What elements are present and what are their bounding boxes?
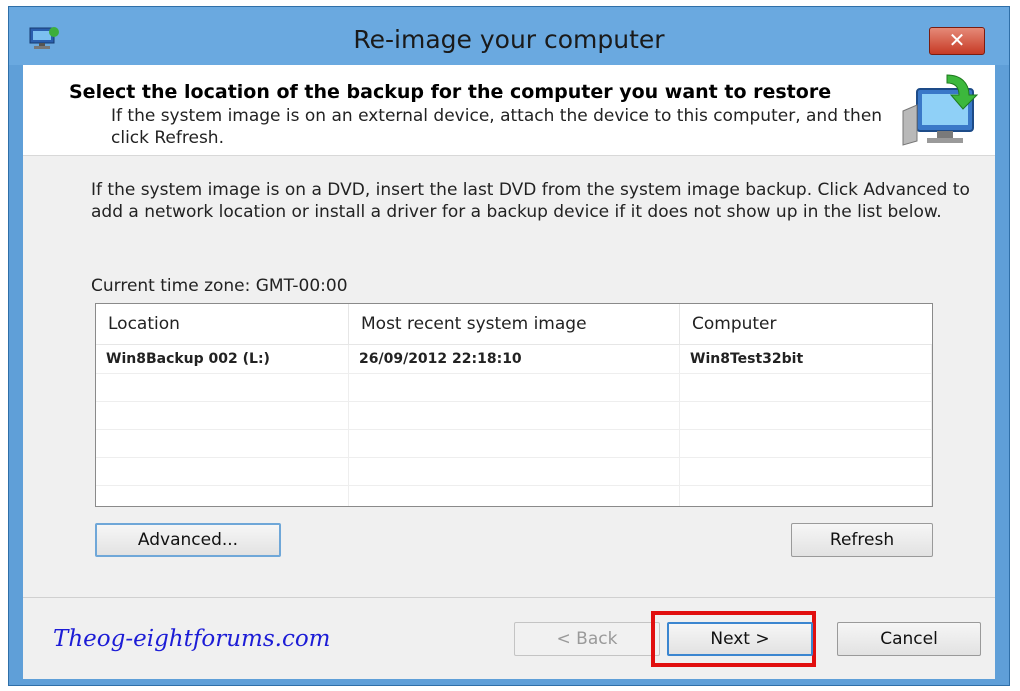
cell-image-date: [349, 429, 680, 457]
cell-location: [96, 485, 349, 506]
cell-location: Win8Backup 002 (L:): [96, 345, 349, 373]
time-zone-label: Current time zone: GMT-00:00: [91, 276, 348, 296]
cell-image-date: 26/09/2012 22:18:10: [349, 345, 680, 373]
header-panel: Select the location of the backup for th…: [23, 65, 995, 156]
back-button[interactable]: < Back: [514, 622, 660, 656]
table-row: [96, 401, 932, 430]
table-row: [96, 373, 932, 402]
cell-computer: Win8Test32bit: [680, 345, 932, 373]
table-row[interactable]: Win8Backup 002 (L:) 26/09/2012 22:18:10 …: [96, 345, 932, 374]
cell-location: [96, 429, 349, 457]
cell-computer: [680, 485, 932, 506]
dialog-window: Re-image your computer ✕ Select the loca…: [8, 6, 1010, 686]
cell-location: [96, 401, 349, 429]
cell-image-date: [349, 373, 680, 401]
table-row: [96, 457, 932, 486]
table-row: [96, 485, 932, 506]
header-subtitle: If the system image is on an external de…: [111, 106, 883, 148]
column-header-most-recent-image[interactable]: Most recent system image: [349, 304, 680, 344]
cell-location: [96, 373, 349, 401]
title-bar: Re-image your computer ✕: [9, 7, 1009, 65]
cell-image-date: [349, 485, 680, 506]
instruction-text: If the system image is on a DVD, insert …: [91, 180, 970, 222]
window-title: Re-image your computer: [353, 25, 665, 54]
dialog-content: Select the location of the backup for th…: [23, 65, 995, 679]
watermark-text: Theog-eightforums.com: [53, 626, 331, 652]
cell-image-date: [349, 457, 680, 485]
next-button[interactable]: Next >: [667, 622, 813, 656]
cell-location: [96, 457, 349, 485]
refresh-button[interactable]: Refresh: [791, 523, 933, 557]
close-button[interactable]: ✕: [929, 27, 985, 55]
column-header-location[interactable]: Location: [96, 304, 349, 344]
header-title: Select the location of the backup for th…: [69, 81, 832, 103]
cell-computer: [680, 429, 932, 457]
cell-image-date: [349, 401, 680, 429]
backup-location-table: Location Most recent system image Comput…: [95, 303, 933, 507]
cancel-button[interactable]: Cancel: [837, 622, 981, 656]
column-header-computer[interactable]: Computer: [680, 304, 932, 344]
cell-computer: [680, 373, 932, 401]
advanced-button[interactable]: Advanced...: [95, 523, 281, 557]
footer-divider: [23, 597, 995, 598]
monitor-restore-icon: [902, 74, 979, 146]
table-row: [96, 429, 932, 458]
cell-computer: [680, 401, 932, 429]
cell-computer: [680, 457, 932, 485]
table-header: Location Most recent system image Comput…: [96, 304, 932, 345]
